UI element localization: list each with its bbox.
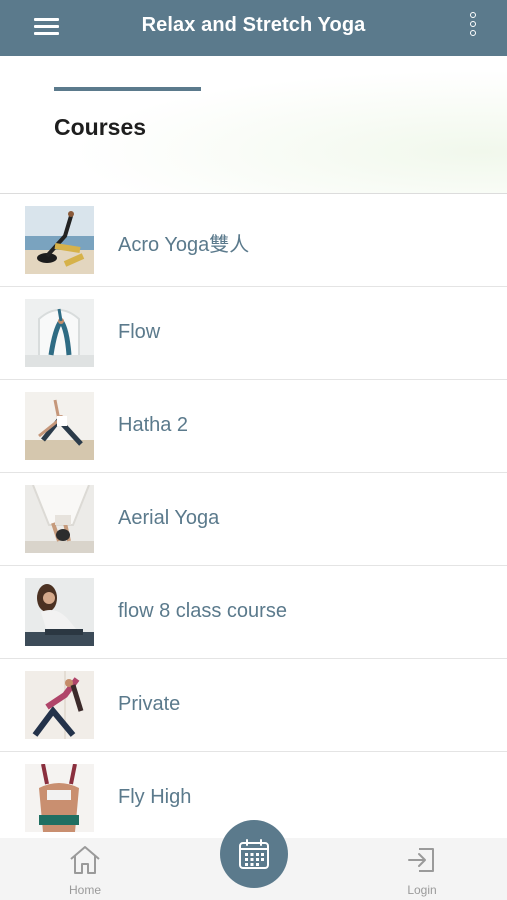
course-item-flow[interactable]: Flow <box>0 287 507 380</box>
course-thumbnail <box>25 485 94 553</box>
page-title: Courses <box>54 114 147 140</box>
course-name: Private <box>118 693 181 715</box>
course-thumbnail <box>25 578 94 646</box>
course-name: Hatha 2 <box>118 414 189 436</box>
course-item-hatha-2[interactable]: Hatha 2 <box>0 380 507 473</box>
nav-home[interactable]: Home <box>45 838 125 900</box>
course-thumbnail <box>25 671 94 739</box>
top-app-bar: Relax and Stretch Yoga <box>0 0 507 56</box>
course-name: Flow <box>118 321 161 343</box>
course-item-aerial-yoga[interactable]: Aerial Yoga <box>0 473 507 566</box>
title-accent-bar <box>54 87 201 91</box>
course-thumbnail <box>25 392 94 460</box>
course-name: Fly High <box>118 786 192 808</box>
login-icon <box>408 848 434 872</box>
course-item-acro-yoga[interactable]: Acro Yoga雙人 <box>0 194 507 287</box>
nav-home-label: Home <box>68 883 101 897</box>
calendar-icon <box>239 839 269 869</box>
page-header: Courses <box>0 56 507 194</box>
course-name: flow 8 class course <box>118 600 287 622</box>
nav-login[interactable]: Login <box>382 838 462 900</box>
calendar-button[interactable] <box>220 820 288 888</box>
course-name: Acro Yoga雙人 <box>118 234 250 256</box>
course-thumbnail <box>25 764 94 832</box>
course-item-flow-8-class-course[interactable]: flow 8 class course <box>0 566 507 659</box>
nav-login-label: Login <box>407 883 437 897</box>
app-title: Relax and Stretch Yoga <box>141 14 366 36</box>
course-item-private[interactable]: Private <box>0 659 507 752</box>
course-thumbnail <box>25 299 94 367</box>
more-options-icon[interactable] <box>462 12 484 42</box>
course-thumbnail <box>25 206 94 274</box>
home-icon <box>70 846 100 874</box>
course-name: Aerial Yoga <box>118 507 220 529</box>
course-list: Acro Yoga雙人 Flow Hatha 2 Aerial Yoga flo… <box>0 194 507 845</box>
